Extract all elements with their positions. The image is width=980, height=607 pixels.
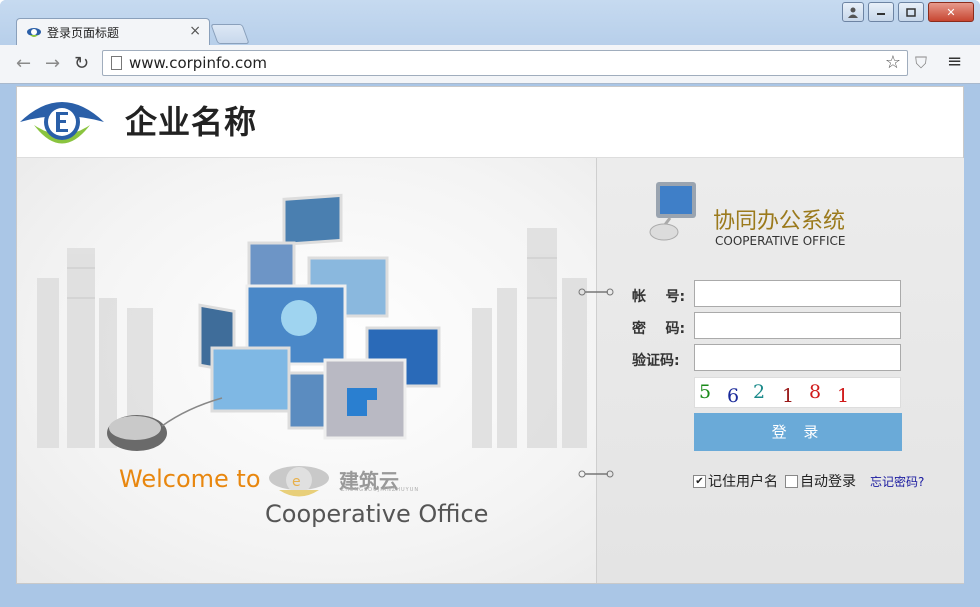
title-bar: 登录页面标题 × ✕ xyxy=(0,0,980,45)
browser-tab[interactable]: 登录页面标题 × xyxy=(16,18,210,45)
account-input[interactable] xyxy=(694,280,901,307)
computer-icon xyxy=(649,182,696,241)
account-label: 帐 号: xyxy=(632,289,686,305)
captcha-image[interactable]: 5 6 2 1 8 1 xyxy=(694,377,901,408)
page-icon xyxy=(111,56,122,70)
browser-toolbar: ← → ↻ www.corpinfo.com ☆ ⛉ ≡ xyxy=(0,45,980,84)
minimize-button[interactable] xyxy=(868,2,894,22)
url-text: www.corpinfo.com xyxy=(129,54,267,72)
captcha-digit: 2 xyxy=(753,381,766,403)
welcome-banner: e Welcome to 建筑云 ZHENGSOUJIANZHUYUN Coop… xyxy=(17,158,596,583)
back-arrow-icon[interactable]: ← xyxy=(16,53,31,74)
captcha-digit: 1 xyxy=(837,385,850,407)
hinge-icon xyxy=(578,288,614,296)
captcha-input[interactable] xyxy=(694,344,901,371)
site-favicon-icon xyxy=(27,28,41,37)
menu-icon[interactable]: ≡ xyxy=(947,51,962,72)
page-header: 企业名称 xyxy=(17,87,963,158)
captcha-digit: 8 xyxy=(809,381,822,403)
password-label: 密 码: xyxy=(632,321,686,337)
captcha-digit: 1 xyxy=(782,385,795,407)
login-panel: 协同办公系统 COOPERATIVE OFFICE 帐 号: 密 码: 验证码:… xyxy=(578,158,964,583)
password-input[interactable] xyxy=(694,312,901,339)
reload-icon[interactable]: ↻ xyxy=(74,53,89,74)
checkbox-icon xyxy=(785,474,798,488)
address-bar[interactable]: www.corpinfo.com ☆ xyxy=(102,50,908,76)
user-profile-button[interactable] xyxy=(842,2,864,22)
bookmark-star-icon[interactable]: ☆ xyxy=(885,52,901,73)
window-controls: ✕ xyxy=(842,2,974,22)
tab-close-icon[interactable]: × xyxy=(189,23,201,39)
system-subtitle: COOPERATIVE OFFICE xyxy=(715,234,846,248)
web-page: 企业名称 e Welcome to 建筑云 ZHENGSOUJIANZHUYUN… xyxy=(16,86,964,584)
user-icon xyxy=(848,7,858,18)
hinge-icon xyxy=(578,470,614,478)
remember-username-label: 记住用户名 xyxy=(708,474,778,490)
remember-username-checkbox[interactable]: ✔ 记住用户名 xyxy=(693,471,778,491)
login-button[interactable]: 登 录 xyxy=(694,413,902,451)
forgot-password-link[interactable]: 忘记密码? xyxy=(870,473,924,490)
captcha-digit: 6 xyxy=(727,385,740,407)
brand-pinyin: ZHENGSOUJIANZHUYUN xyxy=(341,487,420,493)
maximize-icon xyxy=(906,7,916,17)
system-title: 协同办公系统 xyxy=(713,209,846,234)
captcha-label: 验证码: xyxy=(632,353,680,369)
shield-icon[interactable]: ⛉ xyxy=(915,53,927,73)
company-logo xyxy=(20,102,104,144)
new-tab-button[interactable] xyxy=(210,24,250,44)
company-name: 企业名称 xyxy=(125,103,258,141)
checkbox-checked-icon: ✔ xyxy=(693,474,706,488)
maximize-button[interactable] xyxy=(898,2,924,22)
minimize-icon xyxy=(877,13,885,15)
auto-login-label: 自动登录 xyxy=(800,474,856,490)
cooperative-office-text: Cooperative Office xyxy=(265,500,489,528)
tab-title: 登录页面标题 xyxy=(47,26,120,40)
captcha-digit: 5 xyxy=(699,381,712,403)
auto-login-checkbox[interactable]: 自动登录 xyxy=(785,471,856,491)
close-window-button[interactable]: ✕ xyxy=(928,2,974,22)
browser-window: 登录页面标题 × ✕ ← → ↻ www.corpinfo.com ☆ ⛉ ≡ xyxy=(0,0,980,607)
forward-arrow-icon[interactable]: → xyxy=(45,53,60,74)
svg-text:e: e xyxy=(292,474,301,490)
welcome-text: Welcome to xyxy=(119,465,261,493)
